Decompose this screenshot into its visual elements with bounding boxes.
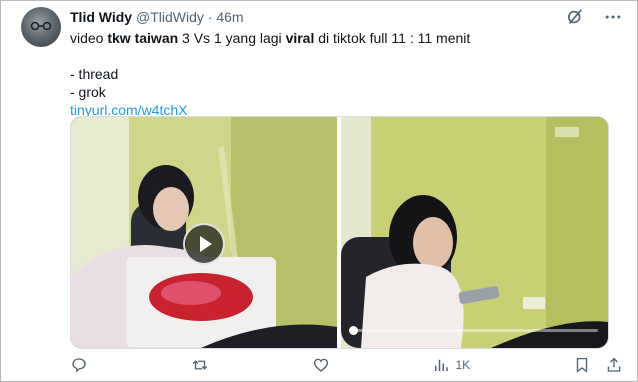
like-button[interactable]	[312, 356, 330, 374]
tweet-secondary-actions	[573, 356, 623, 374]
share-button[interactable]	[605, 356, 623, 374]
display-name[interactable]: Tlid Widy	[70, 9, 132, 25]
video-thumbnail-right[interactable]	[341, 117, 608, 348]
bold-keyword: viral	[285, 30, 315, 46]
user-handle[interactable]: @TlidWidy	[136, 9, 204, 25]
tweet-top-actions	[565, 7, 623, 27]
views-icon	[435, 359, 449, 371]
tweet-action-bar: 1K	[70, 355, 623, 375]
tweet-card[interactable]: Tlid Widy @TlidWidy · 46m video tkw taiw…	[0, 0, 638, 382]
retweet-button[interactable]	[191, 356, 209, 374]
tweet-timestamp[interactable]: 46m	[216, 9, 243, 25]
tweet-header: Tlid Widy @TlidWidy · 46m	[70, 9, 244, 25]
avatar[interactable]	[21, 7, 61, 47]
bold-keyword: tkw taiwan	[107, 30, 179, 46]
share-icon	[607, 357, 621, 372]
retweet-icon	[192, 360, 208, 370]
avatar-glasses-icon	[30, 22, 52, 30]
play-button[interactable]	[183, 223, 225, 265]
tweet-text: video tkw taiwan 3 Vs 1 yang lagi viral …	[70, 29, 610, 119]
views-button[interactable]: 1K	[432, 356, 470, 374]
reply-icon	[72, 358, 86, 373]
list-item: - grok	[70, 84, 106, 100]
tweet-line-1: video tkw taiwan 3 Vs 1 yang lagi viral …	[70, 30, 471, 46]
list-item: - thread	[70, 66, 119, 82]
reply-button[interactable]	[70, 356, 88, 374]
heart-icon	[313, 358, 328, 372]
video-frame-right	[341, 117, 608, 348]
bookmark-button[interactable]	[573, 356, 591, 374]
grok-icon[interactable]	[565, 7, 585, 27]
video-progress-bar[interactable]	[349, 326, 598, 335]
bookmark-icon	[576, 357, 588, 373]
header-separator: ·	[207, 9, 213, 25]
video-thumbnail-left[interactable]	[71, 117, 337, 348]
more-icon[interactable]	[603, 7, 623, 27]
media-grid	[70, 116, 609, 349]
views-count: 1K	[455, 358, 471, 372]
